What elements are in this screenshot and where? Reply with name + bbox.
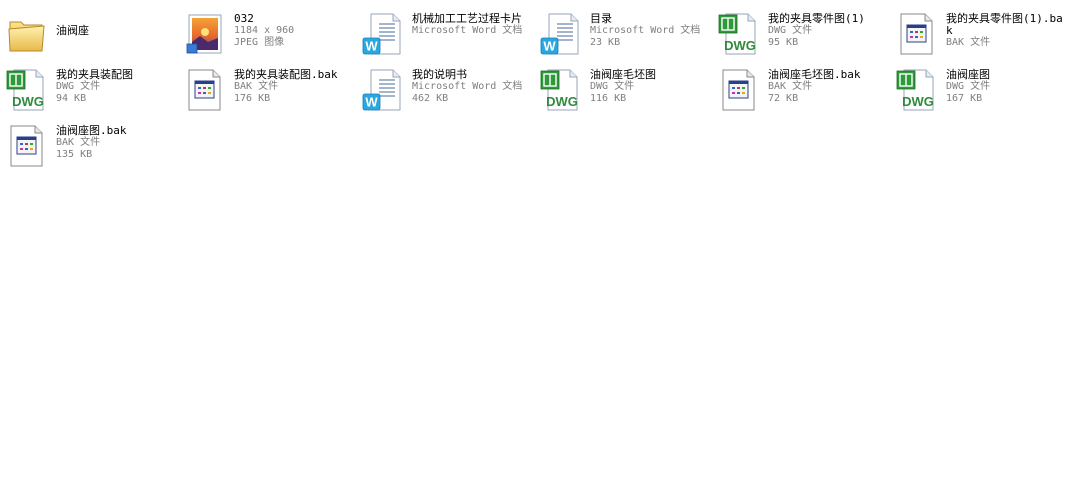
word-icon: W [540, 12, 582, 56]
file-name: 油阀座毛坯图 [590, 68, 656, 81]
file-detail: DWG 文件 [56, 81, 101, 92]
bak-icon [184, 68, 226, 112]
file-detail: 462 KB [412, 93, 449, 104]
file-detail: 94 KB [56, 93, 87, 104]
file-name: 目录 [590, 12, 612, 25]
file-detail: JPEG 图像 [234, 37, 285, 48]
file-item-doc-mulu[interactable]: W 目录 Microsoft Word 文档 23 KB [534, 6, 710, 58]
file-detail: 116 KB [590, 93, 627, 104]
bak-icon [6, 124, 48, 168]
file-item-doc-jixie[interactable]: W 机械加工工艺过程卡片 Microsoft Word 文档 [356, 6, 532, 58]
file-item-dwg-zhuangpei[interactable]: DWG 我的夹具装配图 DWG 文件 94 KB [0, 62, 176, 114]
file-item-text: 油阀座图 DWG 文件 167 KB [946, 69, 1064, 105]
file-detail: DWG 文件 [768, 25, 813, 36]
file-detail: 167 KB [946, 93, 983, 104]
file-name: 油阀座毛坯图.bak [768, 68, 861, 81]
file-name: 机械加工工艺过程卡片 [412, 12, 522, 25]
file-detail: Microsoft Word 文档 [590, 25, 701, 36]
file-detail: 95 KB [768, 37, 799, 48]
file-item-doc-shuoming[interactable]: W 我的说明书 Microsoft Word 文档 462 KB [356, 62, 532, 114]
file-item-text: 机械加工工艺过程卡片 Microsoft Word 文档 [412, 13, 530, 37]
file-name: 油阀座图.bak [56, 124, 127, 137]
svg-text:W: W [365, 39, 378, 54]
file-detail: BAK 文件 [946, 37, 991, 48]
svg-text:W: W [543, 39, 556, 54]
bak-icon [718, 68, 760, 112]
file-item-dwg-lingjian-1[interactable]: DWG 我的夹具零件图(1) DWG 文件 95 KB [712, 6, 888, 58]
file-name: 我的说明书 [412, 68, 467, 81]
file-item-bak-youfazuotu[interactable]: 油阀座图.bak BAK 文件 135 KB [0, 118, 176, 170]
file-detail: DWG 文件 [946, 81, 991, 92]
file-detail: 23 KB [590, 37, 621, 48]
file-item-text: 油阀座毛坯图 DWG 文件 116 KB [590, 69, 708, 105]
file-item-text: 我的夹具零件图(1) DWG 文件 95 KB [768, 13, 886, 49]
file-name: 032 [234, 12, 254, 25]
file-name: 我的夹具零件图(1).bak [946, 12, 1063, 37]
file-item-text: 油阀座图.bak BAK 文件 135 KB [56, 125, 174, 161]
file-name: 油阀座 [56, 24, 89, 37]
file-detail: DWG 文件 [590, 81, 635, 92]
file-view: 油阀座 032 1184 x 960 JPEG 图像 W 机械加工工艺过程卡片 … [0, 0, 1073, 502]
file-item-image-032[interactable]: 032 1184 x 960 JPEG 图像 [178, 6, 354, 58]
bak-icon [896, 12, 938, 56]
dwg-icon: DWG [540, 68, 582, 112]
file-item-folder-youfazuo[interactable]: 油阀座 [0, 6, 176, 58]
word-icon: W [362, 68, 404, 112]
file-item-bak-maopi[interactable]: 油阀座毛坯图.bak BAK 文件 72 KB [712, 62, 888, 114]
file-detail: 1184 x 960 [234, 25, 295, 36]
file-detail: Microsoft Word 文档 [412, 25, 523, 36]
file-item-text: 我的夹具装配图 DWG 文件 94 KB [56, 69, 174, 105]
file-item-bak-zhuangpei[interactable]: 我的夹具装配图.bak BAK 文件 176 KB [178, 62, 354, 114]
file-item-text: 我的说明书 Microsoft Word 文档 462 KB [412, 69, 530, 105]
file-name: 我的夹具装配图.bak [234, 68, 338, 81]
file-item-text: 我的夹具装配图.bak BAK 文件 176 KB [234, 69, 352, 105]
jpeg-icon [184, 12, 226, 56]
file-name: 我的夹具零件图(1) [768, 12, 865, 25]
file-item-text: 032 1184 x 960 JPEG 图像 [234, 13, 352, 49]
file-item-text: 油阀座毛坯图.bak BAK 文件 72 KB [768, 69, 886, 105]
file-item-text: 油阀座 [56, 25, 174, 37]
dwg-icon: DWG [718, 12, 760, 56]
file-detail: 72 KB [768, 93, 799, 104]
svg-text:DWG: DWG [724, 38, 756, 53]
svg-text:DWG: DWG [902, 94, 934, 109]
file-item-text: 我的夹具零件图(1).bak BAK 文件 [946, 13, 1064, 49]
file-detail: Microsoft Word 文档 [412, 81, 523, 92]
file-detail: 176 KB [234, 93, 271, 104]
word-icon: W [362, 12, 404, 56]
file-detail: 135 KB [56, 149, 93, 160]
dwg-icon: DWG [6, 68, 48, 112]
file-detail: BAK 文件 [56, 137, 101, 148]
svg-text:DWG: DWG [12, 94, 44, 109]
folder-icon [6, 12, 48, 56]
file-item-bak-lingjian-1[interactable]: 我的夹具零件图(1).bak BAK 文件 [890, 6, 1066, 58]
file-item-text: 目录 Microsoft Word 文档 23 KB [590, 13, 708, 49]
file-detail: BAK 文件 [234, 81, 279, 92]
file-name: 我的夹具装配图 [56, 68, 133, 81]
svg-text:W: W [365, 95, 378, 110]
file-item-dwg-youfazuotu[interactable]: DWG 油阀座图 DWG 文件 167 KB [890, 62, 1066, 114]
file-detail: BAK 文件 [768, 81, 813, 92]
file-item-dwg-maopi[interactable]: DWG 油阀座毛坯图 DWG 文件 116 KB [534, 62, 710, 114]
dwg-icon: DWG [896, 68, 938, 112]
file-name: 油阀座图 [946, 68, 990, 81]
svg-text:DWG: DWG [546, 94, 578, 109]
